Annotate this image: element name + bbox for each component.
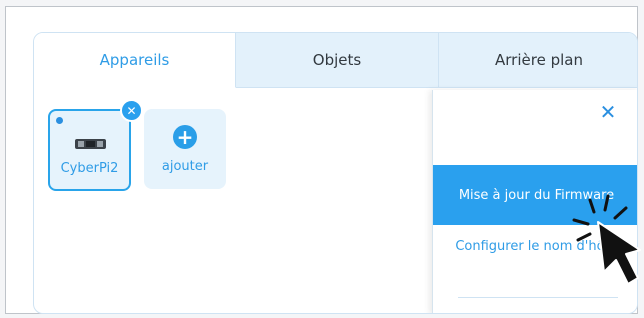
cyberpi-board-icon: [75, 139, 106, 149]
remove-device-close-icon[interactable]: ✕: [120, 99, 143, 122]
app-window: Appareils Objets Arrière plan ✕ CyberPi2…: [5, 6, 638, 314]
tab-devices[interactable]: Appareils: [34, 33, 236, 88]
plus-icon: +: [173, 125, 197, 149]
menu-close-icon[interactable]: ✕: [596, 100, 620, 124]
pointer-cursor-icon: [572, 194, 641, 285]
device-card-cyberpi2[interactable]: ✕ CyberPi2: [48, 99, 143, 191]
tab-objects[interactable]: Objets: [236, 33, 439, 88]
tab-bar: Appareils Objets Arrière plan: [34, 33, 637, 88]
device-name-label: CyberPi2: [60, 161, 119, 176]
tab-background[interactable]: Arrière plan: [439, 33, 637, 88]
device-panel: Appareils Objets Arrière plan ✕ CyberPi2…: [33, 32, 638, 314]
add-device-button[interactable]: + ajouter: [144, 109, 226, 189]
add-device-label: ajouter: [161, 159, 209, 174]
connection-dot-icon: [56, 117, 63, 124]
